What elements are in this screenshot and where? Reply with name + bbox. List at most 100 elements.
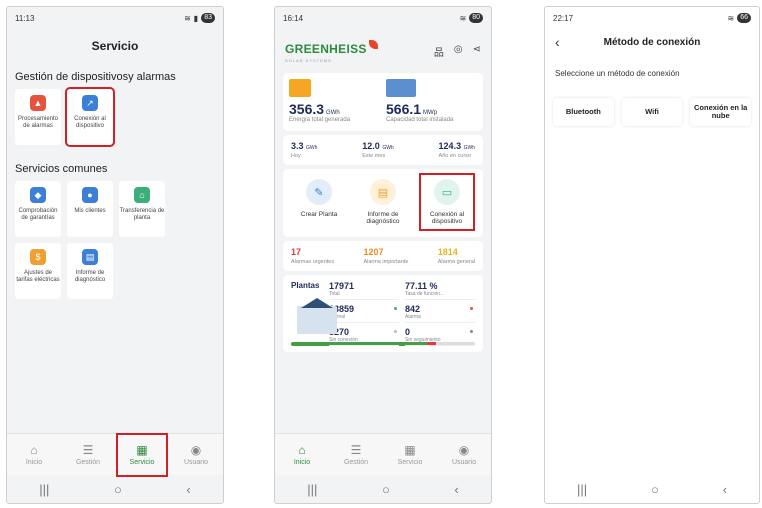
period-card: 3.3 GWh Hoy 12.0 GWh Este mes 124.3 GWh Año… [283, 135, 483, 165]
period-today: 3.3 GWh Hoy [291, 141, 318, 159]
alarm-icon: ▲ [30, 95, 46, 111]
status-dot [470, 307, 473, 310]
section-title-common: Servicios comunes [15, 163, 108, 175]
bluetooth-option[interactable]: Bluetooth [553, 98, 614, 126]
brand-header: GREENHEISS SOLAR SYSTEMS 品 ◎ ⋖ [275, 29, 491, 69]
tariff-icon: $ [30, 249, 46, 265]
diagnostic-report-tile[interactable]: ▤ Informe de diagnóstico [67, 243, 113, 299]
recents-icon[interactable]: ||| [307, 482, 317, 497]
tab-inicio[interactable]: ⌂ Inicio [278, 443, 326, 466]
signal-icon: ▮ [193, 13, 199, 23]
plant-transfer-tile[interactable]: ⌂ Transferencia de planta [119, 181, 165, 237]
tab-usuario[interactable]: ◉ Usuario [440, 443, 488, 466]
brand-logo: GREENHEISS SOLAR SYSTEMS [285, 39, 378, 63]
kpi-card: 356.3 GWh Energía total generada 566.1 MWp… [283, 73, 483, 131]
my-clients-tile[interactable]: ● Mis clientes [67, 181, 113, 237]
solar-panel-icon [386, 79, 416, 97]
actions-card: ✎ Crear Planta ▤ Informe de diagnóstico … [283, 169, 483, 237]
wifi-icon: ≋ [727, 13, 735, 23]
connection-options: Bluetooth Wifi Conexión en la nube [545, 90, 759, 134]
list-icon: ☰ [350, 443, 362, 457]
diagnostic-report-button[interactable]: ▤ Informe de diagnóstico [357, 175, 409, 229]
alarm-urgent[interactable]: 17 Alarmas urgentes [291, 247, 334, 265]
recents-icon[interactable]: ||| [577, 482, 587, 497]
battery-icon: 66 [737, 13, 751, 23]
tab-bar: ⌂ Inicio ☰ Gestión ▦ Servicio ◉ Usuario [7, 432, 223, 477]
status-time: 11:13 [15, 13, 35, 23]
back-arrow-icon[interactable]: ‹ [555, 34, 575, 50]
connection-prompt: Seleccione un método de conexión [555, 69, 680, 78]
share-icon[interactable]: ⋖ [473, 44, 481, 59]
list-icon: ☰ [82, 443, 94, 457]
status-dot [470, 330, 473, 333]
period-year: 124.3 GWh Año en curso [438, 141, 475, 159]
tab-gestion[interactable]: ☰ Gestión [64, 443, 112, 466]
wifi-icon: ≋ [459, 13, 467, 23]
energy-icon [289, 79, 311, 97]
home-icon: ⌂ [30, 443, 38, 457]
page-header: ‹ Método de conexión [545, 29, 759, 55]
plants-rate: 77.11 % Tasa de funcion... [405, 281, 475, 300]
alarm-processing-tile[interactable]: ▲ Procesamiento de alarmas [15, 89, 61, 145]
status-dot [394, 307, 397, 310]
system-nav-bar: ||| ○ ‹ [545, 475, 759, 503]
status-bar: 16:14 ≋ 80 [275, 7, 491, 29]
status-bar: 11:13 ≋ ▮ 83 [7, 7, 223, 29]
create-plant-button[interactable]: ✎ Crear Planta [293, 175, 345, 229]
home-button-icon[interactable]: ○ [382, 482, 390, 497]
chat-icon[interactable]: ◎ [454, 44, 463, 59]
cloud-option[interactable]: Conexión en la nube [690, 98, 752, 126]
device-connect-icon: ▭ [434, 179, 460, 205]
back-icon[interactable]: ‹ [723, 482, 727, 497]
page-title: Método de conexión [603, 36, 701, 48]
tariff-settings-tile[interactable]: $ Ajustes de tarifas eléctricas [15, 243, 61, 299]
plants-card[interactable]: Plantas 17971 Total 77.11 % Tasa de funcio… [283, 275, 483, 352]
wrench-icon: ✎ [306, 179, 332, 205]
plants-total: 17971 Total [329, 281, 399, 300]
status-time: 22:17 [553, 13, 574, 23]
plants-offline: 3270 Sin conexión [329, 327, 399, 346]
tab-servicio[interactable]: ▦ Servicio [116, 432, 168, 477]
alarm-general[interactable]: 1814 Alarma general [438, 247, 475, 265]
user-icon: ● [82, 187, 98, 203]
page-title: Servicio [91, 39, 139, 53]
home-button-icon[interactable]: ○ [114, 482, 122, 497]
phone-connection-method: 22:17 ≋ 66 ‹ Método de conexión Seleccion… [544, 6, 760, 504]
wifi-option[interactable]: Wifi [621, 98, 683, 126]
tab-gestion[interactable]: ☰ Gestión [332, 443, 380, 466]
device-connection-tile[interactable]: ↗ Conexión al dispositivo [65, 87, 115, 147]
device-connect-icon: ↗ [82, 95, 98, 111]
alarms-card: 17 Alarmas urgentes 1207 Alarma importante… [283, 241, 483, 271]
device-connection-button[interactable]: ▭ Conexión al dispositivo [419, 173, 475, 231]
tab-bar: ⌂ Inicio ☰ Gestión ▦ Servicio ◉ Usuario [275, 433, 491, 475]
warranty-check-tile[interactable]: ◆ Comprobación de garantías [15, 181, 61, 237]
grid-icon: ▦ [136, 443, 148, 457]
back-icon[interactable]: ‹ [186, 482, 190, 497]
tab-usuario[interactable]: ◉ Usuario [172, 443, 220, 466]
user-circle-icon: ◉ [190, 443, 202, 457]
tab-inicio[interactable]: ⌂ Inicio [10, 443, 58, 466]
report-icon: ▤ [82, 249, 98, 265]
status-bar: 22:17 ≋ 66 [545, 7, 759, 29]
wifi-icon: ≋ [184, 13, 191, 23]
status-dot [394, 330, 397, 333]
user-circle-icon: ◉ [458, 443, 470, 457]
home-button-icon[interactable]: ○ [651, 482, 659, 497]
recents-icon[interactable]: ||| [39, 482, 49, 497]
phone-servicio: 11:13 ≋ ▮ 83 Servicio Gestión de dispositi… [6, 6, 224, 504]
section-title-devices: Gestión de dispositivosy alarmas [15, 71, 176, 83]
grid-icon: ▦ [404, 443, 416, 457]
alarm-important[interactable]: 1207 Alarma importante [363, 247, 408, 265]
shield-icon: ◆ [30, 187, 46, 203]
leaf-icon [368, 39, 378, 49]
system-nav-bar: ||| ○ ‹ [275, 475, 491, 503]
kpi-installed-capacity: 566.1 MWp Capacidad total instalada [386, 79, 477, 123]
common-grid: ◆ Comprobación de garantías ● Mis client… [7, 181, 223, 299]
transfer-icon: ⌂ [134, 187, 150, 203]
back-icon[interactable]: ‹ [454, 482, 458, 497]
system-nav-bar: ||| ○ ‹ [7, 475, 223, 503]
status-time: 16:14 [283, 13, 304, 23]
tab-servicio[interactable]: ▦ Servicio [386, 443, 434, 466]
network-icon[interactable]: 品 [434, 44, 444, 59]
kpi-total-energy: 356.3 GWh Energía total generada [289, 79, 380, 123]
